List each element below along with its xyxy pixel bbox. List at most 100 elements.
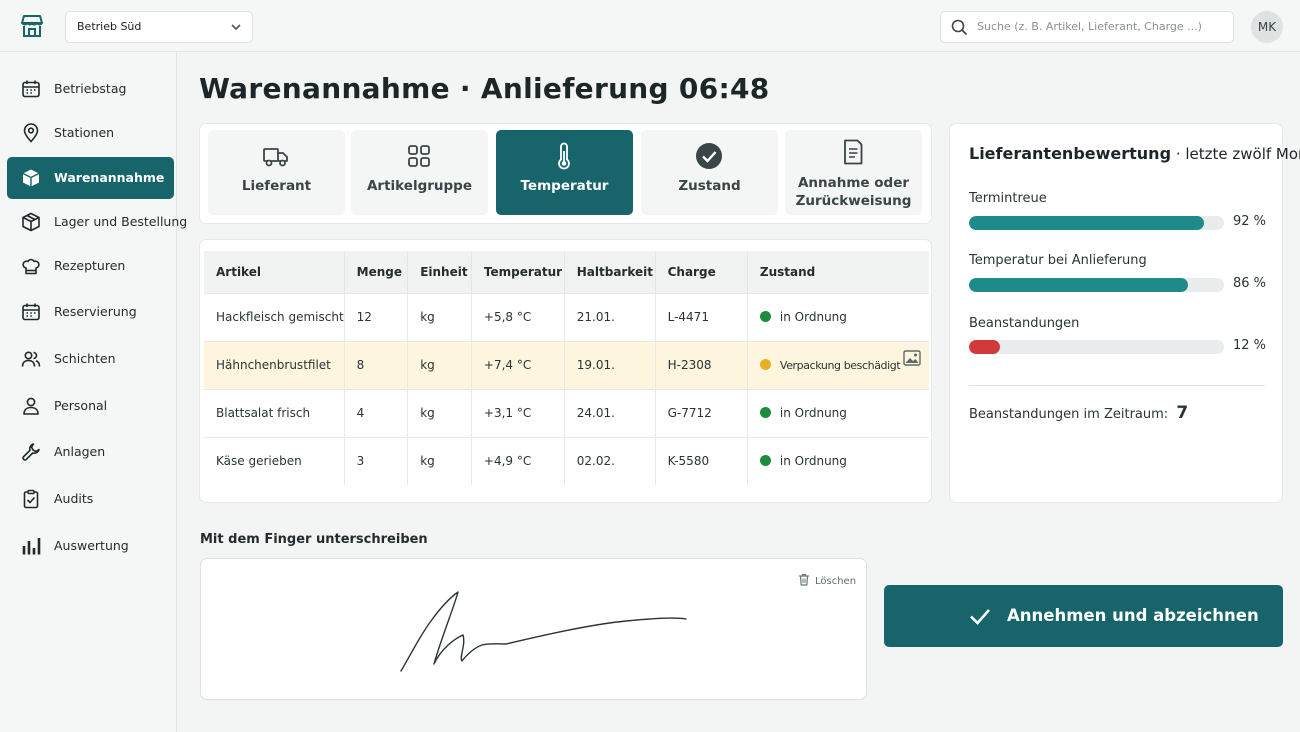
bar-chart-icon: [22, 538, 41, 555]
status-text: in Ordnung: [779, 454, 847, 469]
cell-menge: 8: [344, 340, 409, 389]
location-pin-icon: [23, 123, 39, 143]
trash-icon: [799, 573, 809, 586]
check-circle-icon: [696, 143, 722, 169]
sidebar-item-schichten[interactable]: Schichten: [7, 338, 174, 380]
box-icon: [22, 169, 40, 187]
status-warn-dot: [759, 359, 771, 370]
step-artikelgruppe[interactable]: Artikelgruppe: [351, 130, 488, 215]
table-row[interactable]: Hackfleisch gemischt 12 kg +5,8 °C 21.01…: [204, 292, 929, 341]
progress-fill: [969, 278, 1189, 292]
cell-haltbarkeit: 02.02.: [564, 436, 656, 485]
column-header[interactable]: Artikel: [204, 251, 345, 293]
column-header[interactable]: Charge: [655, 251, 748, 293]
sidebar: Betriebstag Stationen Warenannahme Lager…: [0, 52, 187, 732]
sidebar-item-label: Reservierung: [54, 304, 137, 319]
supplier-rating-panel: Lieferantenbewertung · letzte zwölf Mona…: [949, 123, 1300, 503]
column-header[interactable]: Einheit: [407, 251, 472, 293]
step-label: Lieferant: [241, 178, 312, 194]
sidebar-item-label: Auswertung: [54, 538, 129, 553]
sidebar-item-warenannahme[interactable]: Warenannahme: [7, 157, 174, 199]
cell-charge: H-2308: [655, 340, 748, 389]
step-annahme-oder-zurueckweisung[interactable]: Annahme oder Zurückweisung: [785, 130, 922, 215]
metric-label: Temperatur bei Anlieferung: [969, 253, 1147, 268]
sidebar-item-auswertung[interactable]: Auswertung: [7, 525, 174, 567]
cell-menge: 3: [344, 436, 409, 485]
rating-title: Lieferantenbewertung · letzte zwölf Mona…: [969, 144, 1300, 163]
grid-icon: [408, 145, 430, 167]
table-header-row: Artikel Menge Einheit Temperatur Haltbar…: [204, 251, 929, 293]
top-bar: Betrieb Süd Suche (z. B. Artikel, Liefer…: [0, 0, 1300, 52]
table-row[interactable]: Hähnchenbrustfilet 8 kg +7,4 °C 19.01. H…: [204, 340, 929, 389]
person-icon: [23, 397, 39, 415]
sidebar-item-rezepturen[interactable]: Rezepturen: [7, 245, 174, 287]
signature-stroke: [400, 591, 687, 672]
clipboard-icon: [23, 489, 39, 509]
step-zustand[interactable]: Zustand: [641, 130, 778, 215]
table-row[interactable]: Käse gerieben 3 kg +4,9 °C 02.02. K-5580…: [204, 436, 929, 485]
sidebar-item-label: Stationen: [54, 125, 115, 140]
search-placeholder: Suche (z. B. Artikel, Lieferant, Charge …: [977, 20, 1202, 33]
search-input[interactable]: Suche (z. B. Artikel, Lieferant, Charge …: [940, 11, 1234, 43]
package-icon: [22, 212, 40, 232]
document-icon: [844, 139, 863, 165]
sidebar-item-label: Schichten: [54, 351, 116, 366]
column-header[interactable]: Zustand: [747, 251, 929, 293]
cell-haltbarkeit: 21.01.: [564, 292, 656, 341]
delivery-table-panel: Artikel Menge Einheit Temperatur Haltbar…: [199, 239, 932, 503]
sidebar-item-personal[interactable]: Personal: [7, 385, 174, 427]
people-icon: [21, 351, 41, 367]
table-row[interactable]: Blattsalat frisch 4 kg +3,1 °C 24.01. G-…: [204, 388, 929, 437]
cell-temperatur: +7,4 °C: [471, 340, 565, 389]
cell-haltbarkeit: 24.01.: [564, 388, 656, 437]
cell-temperatur: +3,1 °C: [471, 388, 565, 437]
status-ok-dot: [759, 455, 771, 467]
step-label: Zurückweisung: [795, 193, 912, 209]
sidebar-item-label: Warenannahme: [54, 170, 165, 185]
page-title: Warenannahme · Anlieferung 06:48: [199, 72, 770, 105]
sidebar-item-betriebstag[interactable]: Betriebstag: [7, 68, 174, 110]
sidebar-item-label: Personal: [54, 398, 108, 413]
cell-artikel: Hackfleisch gemischt: [204, 292, 345, 341]
status-text: in Ordnung: [779, 310, 847, 324]
image-icon[interactable]: [903, 350, 921, 366]
cell-temperatur: +4,9 °C: [471, 436, 565, 485]
store-icon[interactable]: [19, 14, 45, 38]
signature-pad[interactable]: Löschen: [200, 558, 867, 700]
step-label: Artikelgruppe: [366, 178, 472, 194]
cell-temperatur: +5,8 °C: [471, 292, 565, 341]
step-label: Zustand: [678, 178, 741, 194]
metric-label: Beanstandungen: [969, 316, 1080, 331]
status-ok-dot: [759, 311, 771, 322]
sidebar-item-anlagen[interactable]: Anlagen: [7, 431, 174, 473]
cell-menge: 4: [344, 388, 409, 437]
accept-and-sign-button[interactable]: Annehmen und abzeichnen: [884, 585, 1283, 647]
cell-artikel: Käse gerieben: [204, 436, 345, 485]
calendar-icon: [22, 303, 40, 321]
progress-fill: [969, 216, 1204, 230]
sidebar-item-audits[interactable]: Audits: [7, 478, 174, 520]
truck-icon: [263, 148, 288, 167]
cell-artikel: Blattsalat frisch: [204, 388, 345, 437]
cell-zustand: in Ordnung: [747, 388, 929, 437]
avatar[interactable]: MK: [1251, 11, 1283, 43]
column-header[interactable]: Temperatur: [471, 251, 565, 293]
column-header[interactable]: Menge: [344, 251, 409, 293]
step-temperatur[interactable]: Temperatur: [496, 130, 633, 215]
clear-signature-button[interactable]: Löschen: [798, 573, 856, 587]
thermometer-icon: [558, 142, 570, 170]
step-tabs: Lieferant Artikelgruppe Temperatur Zusta…: [199, 123, 932, 224]
sidebar-item-reservierung[interactable]: Reservierung: [7, 291, 174, 333]
complaints-count: 7: [1176, 403, 1189, 423]
sidebar-item-lager-und-bestellung[interactable]: Lager und Bestellung: [7, 201, 187, 243]
step-lieferant[interactable]: Lieferant: [208, 130, 345, 215]
column-header[interactable]: Haltbarkeit: [564, 251, 656, 293]
sidebar-item-label: Anlagen: [54, 444, 106, 459]
rating-title-sub: · letzte zwölf Monate: [1175, 145, 1300, 163]
sidebar-item-stationen[interactable]: Stationen: [7, 112, 174, 154]
accept-button-label: Annehmen und abzeichnen: [1007, 606, 1259, 625]
chef-hat-icon: [22, 258, 40, 275]
wrench-icon: [22, 443, 40, 461]
complaints-summary: Beanstandungen im Zeitraum: 7: [969, 403, 1188, 423]
site-select[interactable]: Betrieb Süd: [65, 11, 253, 43]
